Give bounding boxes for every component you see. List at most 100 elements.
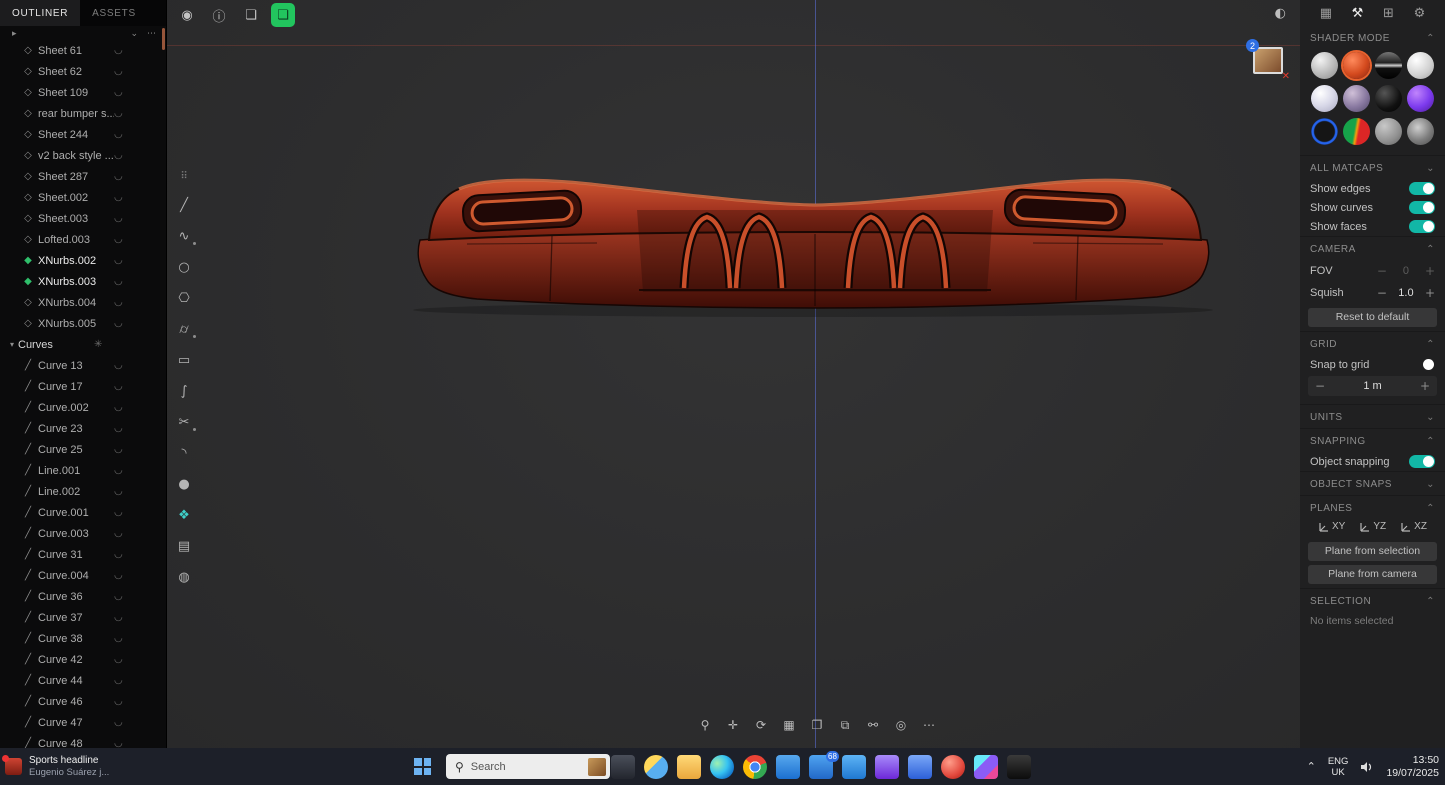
tree-row[interactable]: ╱ Curve 44 ◡ <box>0 670 166 691</box>
matcap-normals[interactable] <box>1343 118 1370 145</box>
section-camera[interactable]: CAMERA ⌃ <box>1300 236 1445 260</box>
hide-toggle-icon[interactable]: ◡ <box>114 150 123 161</box>
app-indigo-icon[interactable] <box>908 755 932 779</box>
squish-value[interactable]: 1.0 <box>1395 287 1417 299</box>
tree-row[interactable]: ╱ Curve 13 ◡ <box>0 355 166 376</box>
hide-toggle-icon[interactable]: ◡ <box>114 591 123 602</box>
polygon-tool-icon[interactable]: ⎔ <box>171 285 197 311</box>
toggle-switch[interactable] <box>1409 182 1435 195</box>
hide-toggle-icon[interactable]: ◡ <box>114 633 123 644</box>
viewport-3d[interactable]: ◉ ⓘ ❏ ❏ ◐ ⠿ ╱ ∿ ○ ⎔ ⌭ ▭ <box>167 0 1300 748</box>
chevron-up-icon[interactable]: ⌃ <box>1426 244 1435 255</box>
tree-row[interactable]: ╱ Curve 36 ◡ <box>0 586 166 607</box>
move-icon[interactable]: ✛ <box>722 714 744 736</box>
minus-button[interactable]: − <box>1377 264 1387 278</box>
tree-row[interactable]: ◇ v2 back style ... ◡ <box>0 145 166 166</box>
box-tool-icon[interactable]: ▭ <box>171 347 197 373</box>
tree-row[interactable]: ╱ Curve 38 ◡ <box>0 628 166 649</box>
bumper-model[interactable] <box>167 0 1300 748</box>
hide-toggle-icon[interactable]: ◡ <box>114 528 123 539</box>
matcap-browser-icon[interactable]: ▦ <box>1320 6 1332 21</box>
zoom-icon[interactable]: ⚲ <box>694 714 716 736</box>
tree-row[interactable]: ◇ Sheet.002 ◡ <box>0 187 166 208</box>
hide-toggle-icon[interactable]: ✳ <box>94 339 102 350</box>
plane-option[interactable]: XZ <box>1400 521 1427 532</box>
tree-row[interactable]: ╱ Curve 46 ◡ <box>0 691 166 712</box>
tree-row[interactable]: ╱ Curve.004 ◡ <box>0 565 166 586</box>
section-object-snaps[interactable]: OBJECT SNAPS ⌄ <box>1300 471 1445 495</box>
tree-row[interactable]: ╱ Curve 25 ◡ <box>0 439 166 460</box>
shaded-mode-icon[interactable]: ❏ <box>271 3 295 27</box>
toggle-switch[interactable] <box>1409 220 1435 233</box>
tree-row[interactable]: ◇ Sheet.003 ◡ <box>0 208 166 229</box>
hide-toggle-icon[interactable]: ◡ <box>114 213 123 224</box>
matcap-light[interactable] <box>1407 52 1434 79</box>
hide-toggle-icon[interactable]: ◡ <box>114 717 123 728</box>
hide-toggle-icon[interactable]: ◡ <box>114 507 123 518</box>
section-selection[interactable]: SELECTION ⌃ <box>1300 588 1445 612</box>
language-indicator[interactable]: ENG UK <box>1328 756 1349 778</box>
hide-toggle-icon[interactable]: ◡ <box>114 486 123 497</box>
reset-camera-button[interactable]: Reset to default <box>1308 308 1437 327</box>
task-view-button[interactable] <box>611 755 635 779</box>
tree-row[interactable]: ◇ XNurbs.005 ◡ <box>0 313 166 334</box>
hide-toggle-icon[interactable]: ◡ <box>114 738 123 748</box>
section-all-matcaps[interactable]: ALL MATCAPS ⌄ <box>1300 155 1445 179</box>
hide-toggle-icon[interactable]: ◡ <box>114 654 123 665</box>
scroll-to-item-icon[interactable]: ▸ <box>12 29 17 39</box>
theme-toggle-icon[interactable]: ◐ <box>1275 6 1286 21</box>
hide-toggle-icon[interactable]: ◡ <box>114 171 123 182</box>
hide-toggle-icon[interactable]: ◡ <box>114 45 123 56</box>
snap-toggle-switch[interactable] <box>1409 358 1435 371</box>
hide-toggle-icon[interactable]: ◡ <box>114 612 123 623</box>
app-red-icon[interactable] <box>941 755 965 779</box>
object-snapping-switch[interactable] <box>1409 455 1435 468</box>
matcap-gray[interactable] <box>1311 52 1338 79</box>
tree-row[interactable]: ╱ Curve 23 ◡ <box>0 418 166 439</box>
start-button[interactable] <box>414 758 431 775</box>
plus-button[interactable]: + <box>1425 286 1435 300</box>
tray-expand-icon[interactable]: ⌃ <box>1307 760 1316 773</box>
tree-row[interactable]: ▾ Curves ✳ <box>0 334 166 355</box>
tree-row[interactable]: ╱ Line.002 ◡ <box>0 481 166 502</box>
section-snapping[interactable]: SNAPPING ⌃ <box>1300 428 1445 452</box>
matcap-steel[interactable] <box>1375 118 1402 145</box>
taskbar-clock[interactable]: 13:50 19/07/2025 <box>1386 754 1439 780</box>
tree-row[interactable]: ◆ XNurbs.003 ◡ <box>0 271 166 292</box>
hide-toggle-icon[interactable]: ◡ <box>114 192 123 203</box>
toggle-switch[interactable] <box>1409 201 1435 214</box>
trim-tool-icon[interactable]: ✂ <box>171 409 197 435</box>
plus-button[interactable]: + <box>1420 379 1430 393</box>
matcap-red[interactable] <box>1343 52 1370 79</box>
chevron-up-icon[interactable]: ⌃ <box>1426 503 1435 514</box>
hide-toggle-icon[interactable]: ◡ <box>114 360 123 371</box>
store-icon[interactable] <box>776 755 800 779</box>
tree-row[interactable]: ◇ Sheet 61 ◡ <box>0 40 166 61</box>
plane-option[interactable]: YZ <box>1359 521 1386 532</box>
hide-toggle-icon[interactable]: ◡ <box>114 549 123 560</box>
hide-toggle-icon[interactable]: ◡ <box>114 444 123 455</box>
file-explorer-icon[interactable] <box>677 755 701 779</box>
fov-value[interactable]: 0 <box>1395 265 1417 277</box>
chevron-down-icon[interactable]: ⌄ <box>1426 479 1435 490</box>
tree-row[interactable]: ╱ Curve 42 ◡ <box>0 649 166 670</box>
hide-toggle-icon[interactable]: ◡ <box>114 402 123 413</box>
edge-icon[interactable] <box>710 755 734 779</box>
grid-size-value[interactable]: 1 m <box>1325 380 1420 392</box>
circle-tool-icon[interactable]: ○ <box>171 254 197 280</box>
hide-toggle-icon[interactable]: ◡ <box>114 66 123 77</box>
layers-tool-icon[interactable]: ▤ <box>171 533 197 559</box>
tree-row[interactable]: ◇ Lofted.003 ◡ <box>0 229 166 250</box>
minus-button[interactable]: − <box>1315 379 1325 393</box>
wireframe-mode-icon[interactable]: ❏ <box>239 3 263 27</box>
tree-row[interactable]: ╱ Curve 47 ◡ <box>0 712 166 733</box>
hide-toggle-icon[interactable]: ◡ <box>114 297 123 308</box>
plus-button[interactable]: + <box>1425 264 1435 278</box>
plane-from-camera-button[interactable]: Plane from camera <box>1308 565 1437 584</box>
matcap-purple[interactable] <box>1407 85 1434 112</box>
app-blue-icon[interactable] <box>842 755 866 779</box>
chevron-down-icon[interactable]: ⌄ <box>1426 412 1435 423</box>
outliner-menu-icon[interactable]: ⋯ <box>147 29 156 39</box>
sphere-tool-icon[interactable]: ● <box>171 471 197 497</box>
app-mixed-icon[interactable] <box>974 755 998 779</box>
